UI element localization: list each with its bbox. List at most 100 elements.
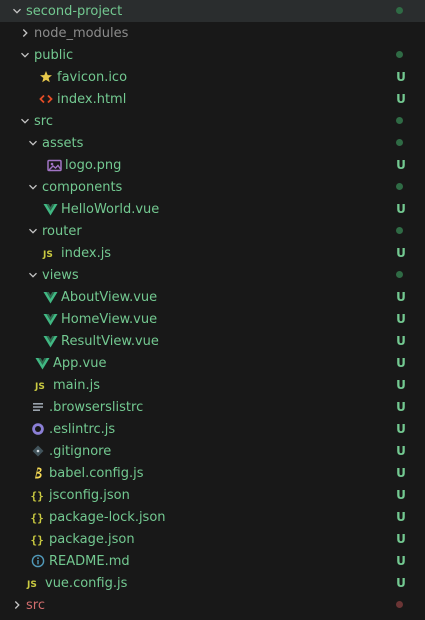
vue-icon <box>42 330 58 352</box>
tree-file-homeview-vue[interactable]: HomeView.vue U <box>0 308 425 330</box>
folder-changes-dot <box>396 51 403 58</box>
chevron-down-icon[interactable] <box>26 264 40 286</box>
tree-item-label: AboutView.vue <box>61 289 158 305</box>
tree-item-label: vue.config.js <box>45 575 128 591</box>
tree-item-label: package.json <box>49 531 135 547</box>
chevron-down-icon[interactable] <box>26 220 40 242</box>
tree-item-label: App.vue <box>53 355 107 371</box>
untracked-status-badge: U <box>396 532 406 546</box>
folder-changes-dot <box>396 227 403 234</box>
untracked-status-badge: U <box>396 422 406 436</box>
untracked-status-badge: U <box>396 444 406 458</box>
chevron-down-icon[interactable] <box>18 110 32 132</box>
untracked-status-badge: U <box>396 400 406 414</box>
tree-file-package-lock-json[interactable]: {} package-lock.json U <box>0 506 425 528</box>
star-icon <box>38 66 54 88</box>
tree-item-label: babel.config.js <box>49 465 144 481</box>
chevron-down-icon[interactable] <box>10 0 24 22</box>
tree-file-index-html[interactable]: index.html U <box>0 88 425 110</box>
tree-file-babel-config-js[interactable]: babel.config.js U <box>0 462 425 484</box>
tree-file-vue-config-js[interactable]: JS vue.config.js U <box>0 572 425 594</box>
tree-file-readme-md[interactable]: README.md U <box>0 550 425 572</box>
svg-text:JS: JS <box>26 580 37 589</box>
untracked-status-badge: U <box>396 510 406 524</box>
git-icon <box>30 440 46 462</box>
tree-file-resultview-vue[interactable]: ResultView.vue U <box>0 330 425 352</box>
json-icon: {} <box>30 528 46 550</box>
chevron-right-icon[interactable] <box>18 22 32 44</box>
tree-file-aboutview-vue[interactable]: AboutView.vue U <box>0 286 425 308</box>
chevron-right-icon[interactable] <box>10 594 24 616</box>
tree-item-label: .eslintrc.js <box>49 421 116 437</box>
js-icon: JS <box>34 374 50 396</box>
svg-text:{}: {} <box>31 489 44 502</box>
babel-icon <box>30 462 46 484</box>
tree-file-gitignore[interactable]: .gitignore U <box>0 440 425 462</box>
tree-file-browserslistrc[interactable]: .browserslistrc U <box>0 396 425 418</box>
tree-folder-src[interactable]: src <box>0 594 425 616</box>
tree-folder-src[interactable]: src <box>0 110 425 132</box>
tree-folder-views[interactable]: views <box>0 264 425 286</box>
tree-item-label: assets <box>42 135 84 151</box>
tree-item-label: ResultView.vue <box>61 333 159 349</box>
folder-changes-dot <box>396 7 403 14</box>
untracked-status-badge: U <box>396 246 406 260</box>
folder-changes-dot <box>396 139 403 146</box>
tree-file-jsconfig-json[interactable]: {} jsconfig.json U <box>0 484 425 506</box>
tree-item-label: favicon.ico <box>57 69 128 85</box>
tree-file-package-json[interactable]: {} package.json U <box>0 528 425 550</box>
tree-file-helloworld-vue[interactable]: HelloWorld.vue U <box>0 198 425 220</box>
untracked-status-badge: U <box>396 92 406 106</box>
untracked-status-badge: U <box>396 312 406 326</box>
vue-icon <box>42 198 58 220</box>
js-icon: JS <box>42 242 58 264</box>
untracked-status-badge: U <box>396 576 406 590</box>
lines-icon <box>30 396 46 418</box>
chevron-down-icon[interactable] <box>18 44 32 66</box>
untracked-status-badge: U <box>396 356 406 370</box>
svg-text:JS: JS <box>34 382 45 391</box>
tree-folder-second-project[interactable]: second-project <box>0 0 425 22</box>
tree-folder-components[interactable]: components <box>0 176 425 198</box>
json-icon: {} <box>30 484 46 506</box>
vue-icon <box>42 286 58 308</box>
tree-item-label: views <box>42 267 79 283</box>
tree-item-label: jsconfig.json <box>49 487 130 503</box>
tree-folder-assets[interactable]: assets <box>0 132 425 154</box>
tree-file-eslintrc-js[interactable]: .eslintrc.js U <box>0 418 425 440</box>
untracked-status-badge: U <box>396 70 406 84</box>
svg-text:{}: {} <box>31 511 44 524</box>
untracked-status-badge: U <box>396 334 406 348</box>
tree-folder-node-modules[interactable]: node_modules <box>0 22 425 44</box>
tree-file-main-js[interactable]: JS main.js U <box>0 374 425 396</box>
svg-text:JS: JS <box>42 250 53 259</box>
folder-error-dot <box>396 601 403 608</box>
vue-icon <box>34 352 50 374</box>
tree-file-app-vue[interactable]: App.vue U <box>0 352 425 374</box>
tree-item-label: public <box>34 47 74 63</box>
tree-item-label: main.js <box>53 377 100 393</box>
folder-changes-dot <box>396 271 403 278</box>
chevron-down-icon[interactable] <box>26 176 40 198</box>
untracked-status-badge: U <box>396 554 406 568</box>
json-icon: {} <box>30 506 46 528</box>
tree-item-label: src <box>34 113 53 129</box>
tree-item-label: README.md <box>49 553 130 569</box>
tree-file-index-js[interactable]: JS index.js U <box>0 242 425 264</box>
folder-changes-dot <box>396 183 403 190</box>
tree-file-favicon-ico[interactable]: favicon.ico U <box>0 66 425 88</box>
untracked-status-badge: U <box>396 466 406 480</box>
untracked-status-badge: U <box>396 202 406 216</box>
svg-text:{}: {} <box>31 533 44 546</box>
tree-folder-public[interactable]: public <box>0 44 425 66</box>
tree-item-label: logo.png <box>65 157 122 173</box>
tree-item-label: node_modules <box>34 25 129 41</box>
tree-folder-router[interactable]: router <box>0 220 425 242</box>
untracked-status-badge: U <box>396 158 406 172</box>
tree-item-label: .browserslistrc <box>49 399 144 415</box>
js-icon: JS <box>26 572 42 594</box>
tree-item-label: router <box>42 223 82 239</box>
chevron-down-icon[interactable] <box>26 132 40 154</box>
untracked-status-badge: U <box>396 488 406 502</box>
tree-file-logo-png[interactable]: logo.png U <box>0 154 425 176</box>
